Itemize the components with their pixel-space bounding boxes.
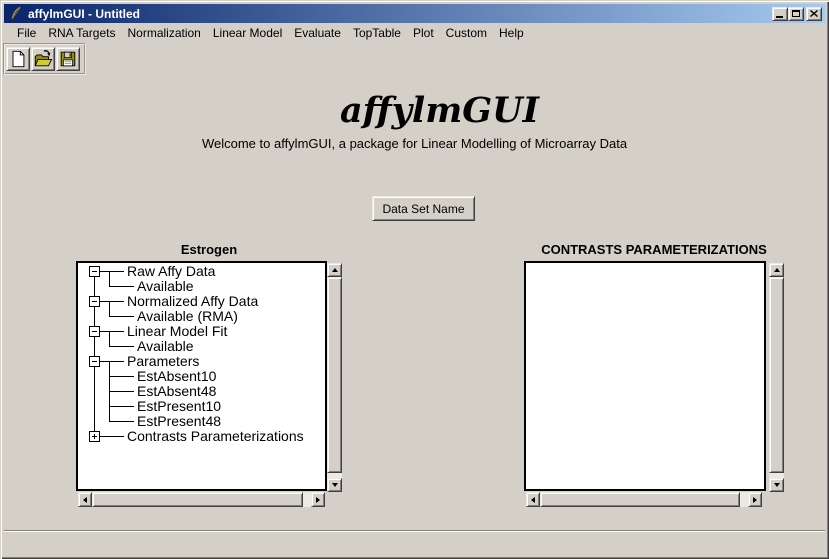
tree-child-label[interactable]: EstPresent48 bbox=[137, 414, 221, 429]
menu-item-normalization[interactable]: Normalization bbox=[122, 25, 207, 41]
tree-scroll-left-button[interactable] bbox=[78, 492, 92, 507]
menu-item-toptable[interactable]: TopTable bbox=[347, 25, 407, 41]
minimize-icon bbox=[776, 16, 783, 18]
tree-collapse-box[interactable] bbox=[89, 266, 100, 277]
contrasts-hscrollbar-thumb[interactable] bbox=[540, 492, 740, 507]
menu-item-plot[interactable]: Plot bbox=[407, 25, 440, 41]
arrow-right-icon bbox=[753, 497, 757, 503]
tree-connector-line bbox=[100, 271, 124, 272]
contrasts-vscrollbar[interactable] bbox=[769, 263, 784, 492]
tree-collapse-box[interactable] bbox=[89, 326, 100, 337]
close-icon bbox=[810, 10, 818, 17]
tree-connector-line bbox=[109, 316, 134, 317]
tree-connector-line bbox=[109, 286, 134, 287]
contrasts-vscrollbar-thumb[interactable] bbox=[769, 277, 784, 473]
menubar: File RNA Targets Normalization Linear Mo… bbox=[4, 24, 825, 42]
arrow-left-icon bbox=[83, 497, 87, 503]
arrow-down-icon bbox=[774, 483, 780, 487]
minimize-button[interactable] bbox=[772, 7, 788, 21]
dataset-tree[interactable]: AvailableRaw Affy DataAvailable (RMA)Nor… bbox=[76, 261, 327, 491]
tree-node-label[interactable]: Normalized Affy Data bbox=[127, 294, 258, 309]
maximize-icon bbox=[792, 10, 800, 17]
tree-collapse-box[interactable] bbox=[89, 356, 100, 367]
titlebar-buttons bbox=[772, 7, 822, 21]
tree-connector-line bbox=[100, 331, 124, 332]
menu-item-help[interactable]: Help bbox=[493, 25, 530, 41]
contrasts-listbox[interactable] bbox=[524, 261, 766, 491]
tree-hscrollbar-thumb[interactable] bbox=[92, 492, 303, 507]
open-folder-icon bbox=[33, 49, 53, 69]
tree-connector-line bbox=[109, 361, 110, 421]
menu-item-rna-targets[interactable]: RNA Targets bbox=[42, 25, 121, 41]
app-window: affylmGUI - Untitled File RNA Targets No… bbox=[0, 0, 829, 559]
tree-expand-box[interactable] bbox=[89, 431, 100, 442]
data-set-name-button[interactable]: Data Set Name bbox=[372, 196, 475, 221]
tree-node-label[interactable]: Linear Model Fit bbox=[127, 324, 227, 339]
tree-connector-line bbox=[109, 346, 134, 347]
tree-connector-line bbox=[109, 406, 134, 407]
tree-child-label[interactable]: EstAbsent48 bbox=[137, 384, 216, 399]
arrow-up-icon bbox=[774, 268, 780, 272]
contrasts-scroll-left-button[interactable] bbox=[526, 492, 540, 507]
tree-child-label[interactable]: Available (RMA) bbox=[137, 309, 238, 324]
maximize-button[interactable] bbox=[788, 7, 804, 21]
menu-item-linear-model[interactable]: Linear Model bbox=[207, 25, 288, 41]
tree-child-label[interactable]: EstAbsent10 bbox=[137, 369, 216, 384]
tree-connector-line bbox=[109, 271, 110, 286]
tree-node-label[interactable]: Contrasts Parameterizations bbox=[127, 429, 304, 444]
menu-item-evaluate[interactable]: Evaluate bbox=[288, 25, 347, 41]
tree-scroll-right-button[interactable] bbox=[311, 492, 325, 507]
arrow-right-icon bbox=[316, 497, 320, 503]
tree-connector-line bbox=[109, 376, 134, 377]
save-button[interactable] bbox=[56, 47, 80, 71]
tree-connector-line bbox=[100, 361, 124, 362]
new-file-button[interactable] bbox=[6, 47, 30, 71]
contrasts-hscrollbar[interactable] bbox=[526, 492, 762, 507]
menu-item-custom[interactable]: Custom bbox=[440, 25, 493, 41]
app-title: affylmGUI bbox=[25, 90, 829, 131]
tree-node-label[interactable]: Raw Affy Data bbox=[127, 264, 215, 279]
contrasts-scroll-down-button[interactable] bbox=[769, 478, 784, 492]
tree-collapse-box[interactable] bbox=[89, 296, 100, 307]
right-panel-header: CONTRASTS PARAMETERIZATIONS bbox=[524, 242, 784, 257]
close-button[interactable] bbox=[806, 7, 822, 21]
tree-child-label[interactable]: Available bbox=[137, 279, 194, 294]
tree-connector-line bbox=[100, 436, 124, 437]
tree-scroll-up-button[interactable] bbox=[327, 263, 342, 277]
new-file-icon bbox=[8, 49, 28, 69]
menu-item-file[interactable]: File bbox=[11, 25, 42, 41]
open-file-button[interactable] bbox=[31, 47, 55, 71]
tree-hscrollbar[interactable] bbox=[78, 492, 325, 507]
tree-connector-line bbox=[109, 301, 110, 316]
tree-vscrollbar-thumb[interactable] bbox=[327, 277, 342, 473]
tree-connector-line bbox=[100, 301, 124, 302]
tk-feather-icon bbox=[9, 6, 24, 21]
tree-vscrollbar[interactable] bbox=[327, 263, 342, 492]
tree-child-label[interactable]: Available bbox=[137, 339, 194, 354]
tree-connector-line bbox=[109, 331, 110, 346]
window-title: affylmGUI - Untitled bbox=[28, 7, 140, 21]
arrow-up-icon bbox=[332, 268, 338, 272]
tree-node-label[interactable]: Parameters bbox=[127, 354, 199, 369]
contrasts-scroll-up-button[interactable] bbox=[769, 263, 784, 277]
titlebar[interactable]: affylmGUI - Untitled bbox=[4, 4, 825, 23]
save-floppy-icon bbox=[58, 49, 78, 69]
tree-scroll-down-button[interactable] bbox=[327, 478, 342, 492]
app-subtitle: Welcome to affylmGUI, a package for Line… bbox=[0, 136, 829, 151]
tree-connector-line bbox=[109, 391, 134, 392]
toolbar bbox=[3, 43, 86, 75]
tree-child-label[interactable]: EstPresent10 bbox=[137, 399, 221, 414]
left-panel-header: Estrogen bbox=[76, 242, 342, 257]
arrow-down-icon bbox=[332, 483, 338, 487]
bottom-divider bbox=[4, 530, 825, 532]
arrow-left-icon bbox=[531, 497, 535, 503]
contrasts-scroll-right-button[interactable] bbox=[748, 492, 762, 507]
tree-connector-line bbox=[109, 421, 134, 422]
